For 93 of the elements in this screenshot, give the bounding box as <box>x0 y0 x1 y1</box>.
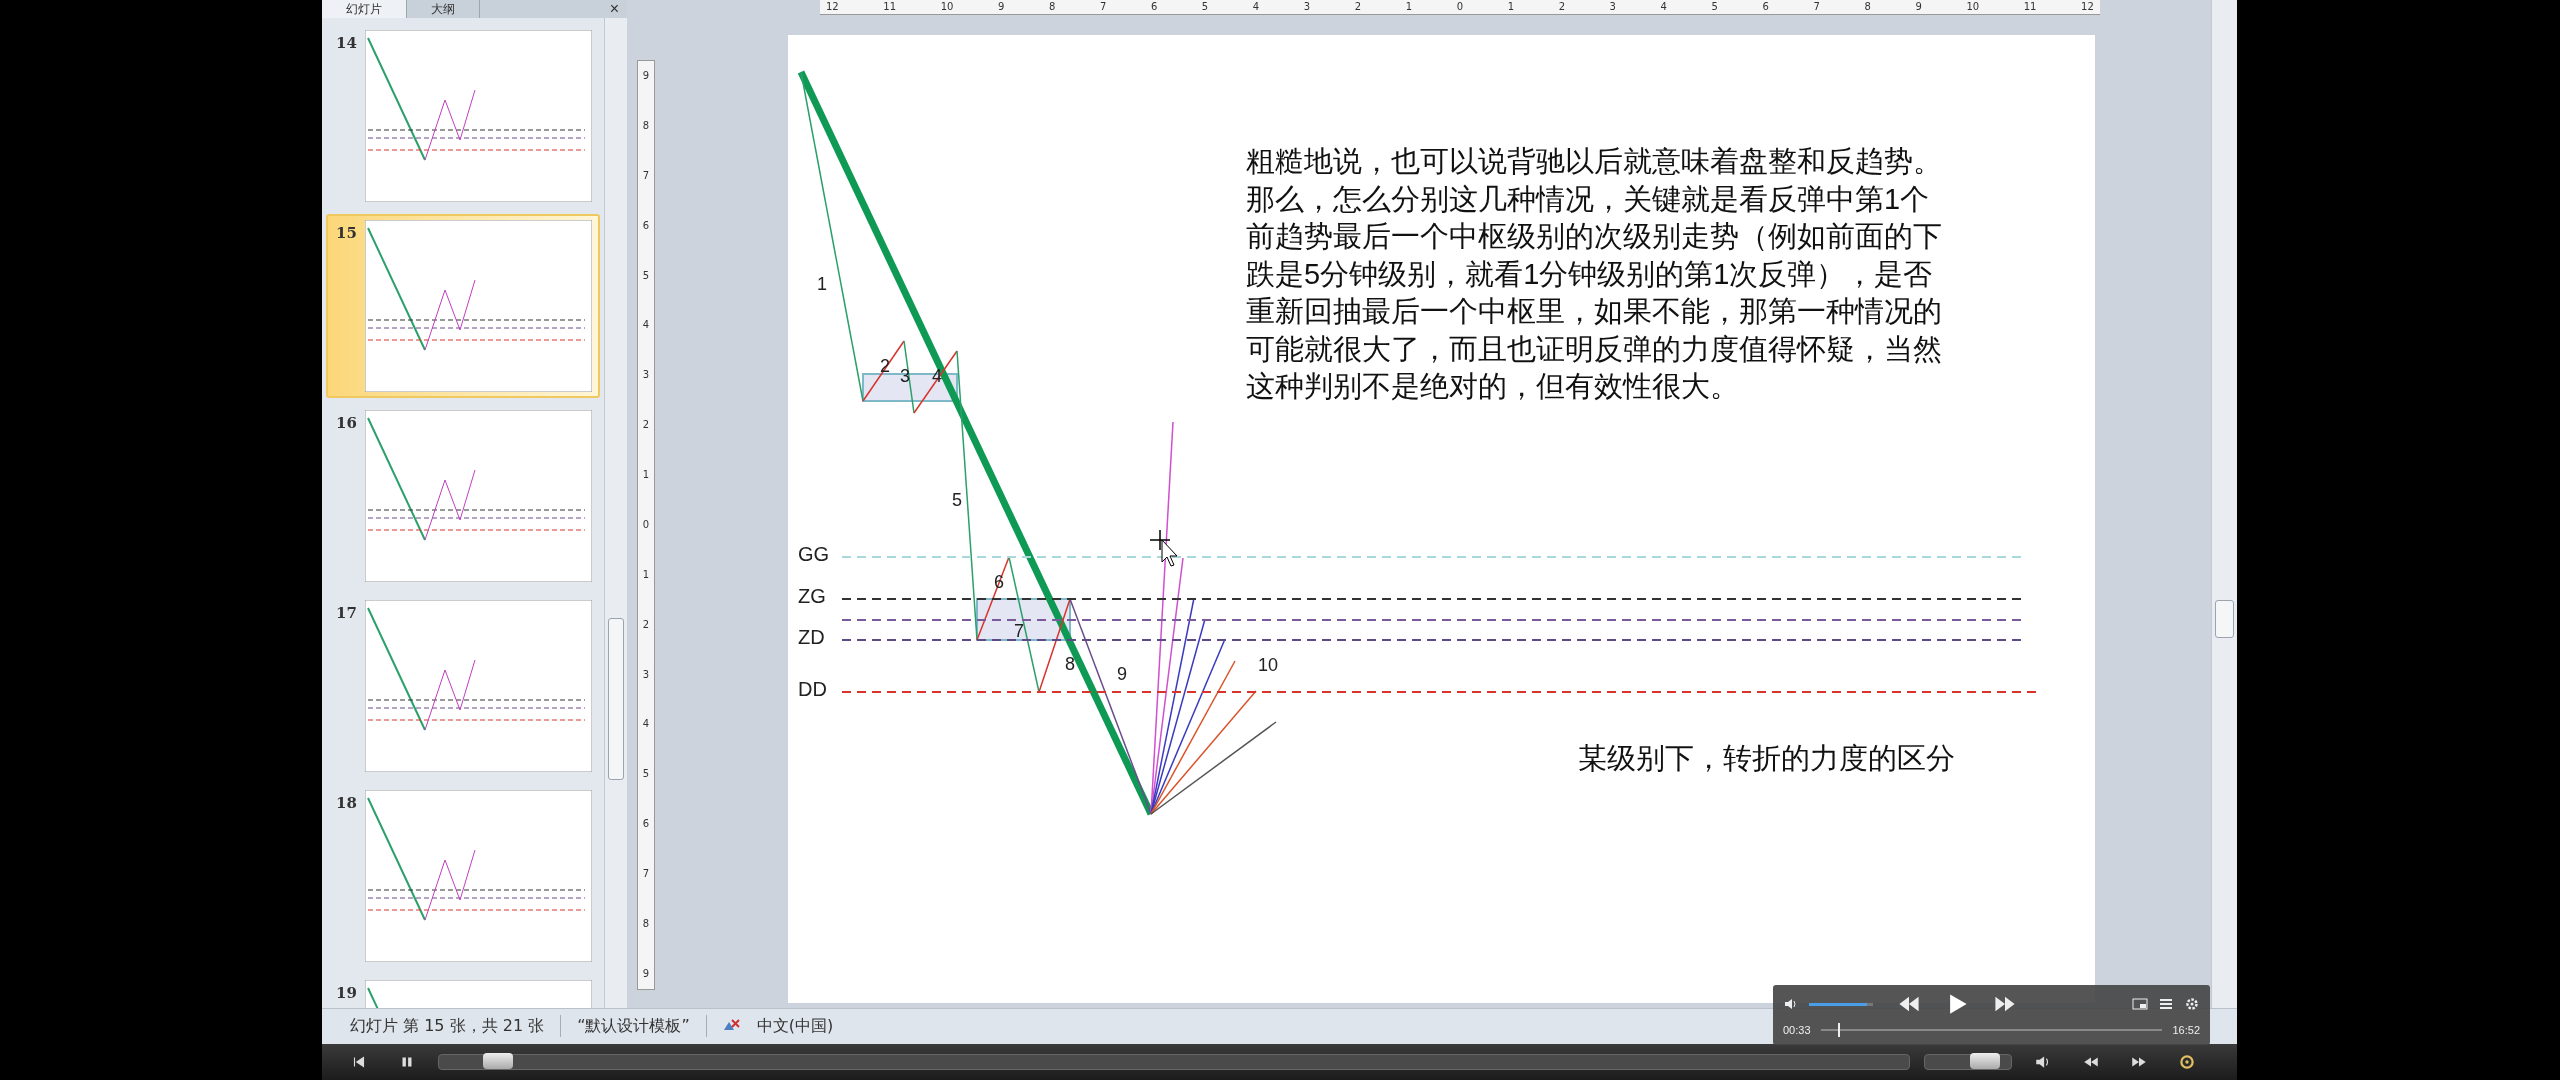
wave-label: 8 <box>1065 654 1075 674</box>
ruler-number: 2 <box>1354 2 1362 12</box>
ruler-number: 1 <box>1405 2 1413 12</box>
ruler-number: 4 <box>642 320 650 331</box>
ruler-number: 1 <box>642 470 650 480</box>
ruler-number: 0 <box>1456 2 1464 12</box>
wave-label: 10 <box>1258 655 1279 675</box>
ruler-number: 7 <box>642 170 650 181</box>
ruler-number: 9 <box>998 2 1005 12</box>
thumbnail-row[interactable]: 19 <box>326 974 600 1008</box>
ruler-number: 8 <box>642 918 650 929</box>
body-paragraph: 粗糙地说，也可以说背驰以后就意味着盘整和反趋势。 那么，怎么分别这几种情况，关键就是看反弹中第1个 前趋势最后一个中枢级别的次级别走势（例如前面的下 跌是5分钟级别，就看1分钟级别的第1次反弹），是否 重新回抽最后一个中枢里，如果不能，那第一种情况的 可能就很大了，而且也证明反弹的力度值得怀疑，当然 这种判别不是绝对的，但有效性很大。 <box>1246 144 1942 404</box>
ruler-number: 4 <box>642 719 650 730</box>
ruler-number: 1 <box>1507 2 1515 12</box>
ruler-number: 12 <box>826 2 839 12</box>
total-duration: 16:52 <box>2172 1024 2200 1036</box>
panel-tab[interactable]: 幻灯片 <box>322 0 407 18</box>
panel-tab[interactable]: 大纲 <box>407 0 480 18</box>
ruler-number: 8 <box>1864 2 1871 12</box>
scrollbar[interactable] <box>2211 0 2237 1008</box>
level-label: ZD <box>798 626 825 648</box>
slide-count: 幻灯片 第 15 张，共 21 张 <box>349 1015 546 1037</box>
ruler-number: 3 <box>1303 2 1311 12</box>
progress-handle[interactable] <box>1837 1023 1840 1037</box>
ruler-number: 1 <box>642 569 650 580</box>
ruler-number: 5 <box>1201 2 1209 12</box>
ruler-number: 9 <box>1915 2 1922 12</box>
thumbnail-row[interactable]: 15 <box>326 214 600 398</box>
slide-number: 19 <box>336 984 357 1002</box>
ruler-number: 11 <box>2023 2 2037 12</box>
list-icon[interactable] <box>2158 996 2174 1012</box>
slide-caption: 某级别下，转折的力度的区分 <box>1578 741 1955 776</box>
wave-label: 9 <box>1117 664 1127 684</box>
language-label[interactable]: 中文(中国) <box>740 1015 850 1037</box>
slide-thumbnail[interactable] <box>365 790 592 962</box>
ruler-number: 6 <box>642 220 650 231</box>
level-label: ZG <box>798 585 826 607</box>
slide-number: 18 <box>336 794 357 812</box>
elapsed-time: 00:33 <box>1783 1024 1811 1036</box>
close-button[interactable]: × <box>601 0 627 18</box>
volume-slider[interactable] <box>1924 1053 2012 1070</box>
ruler-number: 6 <box>1150 2 1158 12</box>
ruler-number: 7 <box>1099 2 1107 12</box>
speaker-icon[interactable] <box>1783 996 1799 1012</box>
slide-thumbnail[interactable] <box>365 410 592 582</box>
ruler-number: 7 <box>642 869 650 879</box>
slide-thumbnail[interactable] <box>365 600 592 772</box>
settings-icon[interactable] <box>2178 1052 2196 1071</box>
seek-handle[interactable] <box>482 1052 513 1069</box>
ruler-number: 2 <box>1558 2 1565 12</box>
ruler-number: 5 <box>642 270 650 281</box>
ruler-number: 8 <box>642 120 650 131</box>
thumbnail-row[interactable]: 16 <box>326 404 600 588</box>
level-label: GG <box>798 543 830 565</box>
slide-thumbnail[interactable] <box>365 30 592 202</box>
cursor-icon <box>1149 529 1178 567</box>
wave-label: 7 <box>1014 621 1024 641</box>
settings-icon[interactable] <box>2184 996 2200 1012</box>
slide-thumbnail[interactable] <box>365 220 592 392</box>
wave-label: 1 <box>817 274 827 294</box>
thumbnail-row[interactable]: 14 <box>326 24 600 208</box>
slide-number: 14 <box>336 34 357 52</box>
ruler-number: 4 <box>1660 2 1667 12</box>
ruler-number: 6 <box>1762 2 1769 12</box>
level-label: DD <box>798 678 827 700</box>
ruler-number: 11 <box>883 2 897 12</box>
ruler-number: 2 <box>642 619 650 630</box>
scrollbar[interactable] <box>604 18 627 1008</box>
slide-number: 16 <box>336 414 357 432</box>
ruler-number: 0 <box>642 519 650 530</box>
theme-name[interactable]: “默认设计模板” <box>561 1015 706 1037</box>
ruler-number: 9 <box>642 968 650 979</box>
ruler-number: 10 <box>940 2 954 12</box>
ruler-number: 6 <box>642 819 650 830</box>
thumbnail-row[interactable]: 18 <box>326 784 600 968</box>
thumbnail-row[interactable]: 17 <box>326 594 600 778</box>
ruler-number: 3 <box>1609 2 1616 12</box>
ruler-number: 2 <box>642 420 650 431</box>
ruler-number: 10 <box>1966 2 1980 12</box>
ruler-number: 12 <box>2081 2 2094 12</box>
ruler-number: 5 <box>1711 2 1718 12</box>
wave-label: 5 <box>952 490 962 510</box>
picture-in-picture-icon[interactable] <box>2132 996 2148 1012</box>
slide-number: 17 <box>336 604 357 622</box>
ruler-number: 7 <box>1813 2 1820 12</box>
ruler-number: 9 <box>642 71 650 81</box>
slide-number: 15 <box>336 224 357 242</box>
ruler-number: 4 <box>1252 2 1260 12</box>
volume-handle[interactable] <box>1970 1052 2001 1069</box>
ruler-number: 5 <box>642 769 650 780</box>
ruler-number: 8 <box>1048 2 1056 12</box>
ruler-number: 3 <box>642 669 650 680</box>
ruler-number: 3 <box>642 370 650 381</box>
